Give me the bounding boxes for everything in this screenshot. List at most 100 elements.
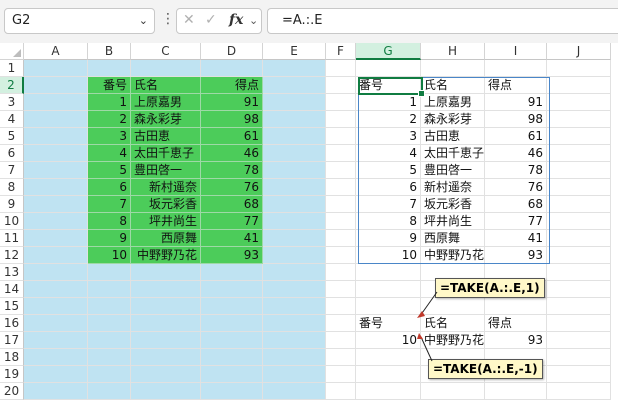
cell-b16[interactable]	[88, 315, 131, 332]
take-header-cell[interactable]: 番号	[356, 315, 421, 332]
cell-j5[interactable]	[547, 128, 611, 145]
cell-e2[interactable]	[263, 77, 326, 94]
column-header-c[interactable]: C	[131, 43, 201, 60]
cell-b19[interactable]	[88, 366, 131, 383]
cell-j13[interactable]	[547, 264, 611, 281]
cell-f2[interactable]	[326, 77, 356, 94]
source-header-cell[interactable]: 番号	[88, 77, 131, 94]
cell-e19[interactable]	[263, 366, 326, 383]
cell-j19[interactable]	[547, 366, 611, 383]
cell-e8[interactable]	[263, 179, 326, 196]
cell-j10[interactable]	[547, 213, 611, 230]
cell-h1[interactable]	[421, 60, 485, 77]
cell-d20[interactable]	[201, 383, 263, 400]
cell-c18[interactable]	[131, 349, 201, 366]
source-data-cell[interactable]: 76	[201, 179, 263, 196]
cell-c16[interactable]	[131, 315, 201, 332]
spill-data-cell[interactable]: 森永彩芽	[421, 111, 485, 128]
cell-d14[interactable]	[201, 281, 263, 298]
spill-data-cell[interactable]: 古田恵	[421, 128, 485, 145]
cell-e1[interactable]	[263, 60, 326, 77]
cell-j7[interactable]	[547, 162, 611, 179]
check-icon[interactable]: ✓	[205, 12, 217, 28]
cell-c14[interactable]	[131, 281, 201, 298]
cell-c17[interactable]	[131, 332, 201, 349]
cell-f12[interactable]	[326, 247, 356, 264]
cell-f18[interactable]	[326, 349, 356, 366]
spill-data-cell[interactable]: 1	[356, 94, 421, 111]
source-data-cell[interactable]: 4	[88, 145, 131, 162]
source-data-cell[interactable]: 93	[201, 247, 263, 264]
cell-b20[interactable]	[88, 383, 131, 400]
source-data-cell[interactable]: 太田千恵子	[131, 145, 201, 162]
cell-j2[interactable]	[547, 77, 611, 94]
spill-data-cell[interactable]: 新村遥奈	[421, 179, 485, 196]
cell-j16[interactable]	[547, 315, 611, 332]
spill-data-cell[interactable]: 2	[356, 111, 421, 128]
cell-f19[interactable]	[326, 366, 356, 383]
row-header-6[interactable]: 6	[0, 145, 24, 162]
cell-a1[interactable]	[24, 60, 88, 77]
source-data-cell[interactable]: 7	[88, 196, 131, 213]
cell-f3[interactable]	[326, 94, 356, 111]
cell-a12[interactable]	[24, 247, 88, 264]
spill-data-cell[interactable]: 太田千恵子	[421, 145, 485, 162]
cell-j14[interactable]	[547, 281, 611, 298]
chevron-down-icon[interactable]: ⌄	[139, 14, 148, 27]
cell-f15[interactable]	[326, 298, 356, 315]
cell-c13[interactable]	[131, 264, 201, 281]
column-header-j[interactable]: J	[547, 43, 611, 60]
spill-data-cell[interactable]: 7	[356, 196, 421, 213]
spill-data-cell[interactable]: 46	[485, 145, 547, 162]
cell-e5[interactable]	[263, 128, 326, 145]
spill-data-cell[interactable]: 98	[485, 111, 547, 128]
source-data-cell[interactable]: 坂元彩香	[131, 196, 201, 213]
row-header-7[interactable]: 7	[0, 162, 24, 179]
cell-f14[interactable]	[326, 281, 356, 298]
row-header-10[interactable]: 10	[0, 213, 24, 230]
cell-j18[interactable]	[547, 349, 611, 366]
take-header-cell[interactable]: 氏名	[421, 315, 485, 332]
cell-g1[interactable]	[356, 60, 421, 77]
cell-j4[interactable]	[547, 111, 611, 128]
formula-input[interactable]: =A.:.E	[267, 8, 618, 34]
cell-e10[interactable]	[263, 213, 326, 230]
spill-data-cell[interactable]: 76	[485, 179, 547, 196]
source-data-cell[interactable]: 77	[201, 213, 263, 230]
cell-a4[interactable]	[24, 111, 88, 128]
cell-b13[interactable]	[88, 264, 131, 281]
spill-data-cell[interactable]: 9	[356, 230, 421, 247]
row-header-11[interactable]: 11	[0, 230, 24, 247]
cell-f10[interactable]	[326, 213, 356, 230]
spill-data-cell[interactable]: 61	[485, 128, 547, 145]
spill-data-cell[interactable]: 坪井尚生	[421, 213, 485, 230]
row-header-9[interactable]: 9	[0, 196, 24, 213]
row-header-17[interactable]: 17	[0, 332, 24, 349]
source-data-cell[interactable]: 2	[88, 111, 131, 128]
cell-d1[interactable]	[201, 60, 263, 77]
source-data-cell[interactable]: 1	[88, 94, 131, 111]
source-data-cell[interactable]: 3	[88, 128, 131, 145]
source-data-cell[interactable]: 上原嘉男	[131, 94, 201, 111]
spill-data-cell[interactable]: 10	[356, 247, 421, 264]
close-icon[interactable]: ✕	[183, 12, 195, 28]
cell-e20[interactable]	[263, 383, 326, 400]
cell-c19[interactable]	[131, 366, 201, 383]
select-all-button[interactable]	[0, 43, 24, 60]
cell-b1[interactable]	[88, 60, 131, 77]
row-header-14[interactable]: 14	[0, 281, 24, 298]
spill-data-cell[interactable]: 豊田啓一	[421, 162, 485, 179]
cell-h15[interactable]	[421, 298, 485, 315]
cell-a14[interactable]	[24, 281, 88, 298]
cell-a5[interactable]	[24, 128, 88, 145]
cell-h20[interactable]	[421, 383, 485, 400]
take-data-cell[interactable]: 中野野乃花	[421, 332, 485, 349]
cell-f17[interactable]	[326, 332, 356, 349]
cell-e12[interactable]	[263, 247, 326, 264]
cell-f16[interactable]	[326, 315, 356, 332]
column-header-d[interactable]: D	[201, 43, 263, 60]
cell-j9[interactable]	[547, 196, 611, 213]
cell-a13[interactable]	[24, 264, 88, 281]
cell-e3[interactable]	[263, 94, 326, 111]
cell-a2[interactable]	[24, 77, 88, 94]
